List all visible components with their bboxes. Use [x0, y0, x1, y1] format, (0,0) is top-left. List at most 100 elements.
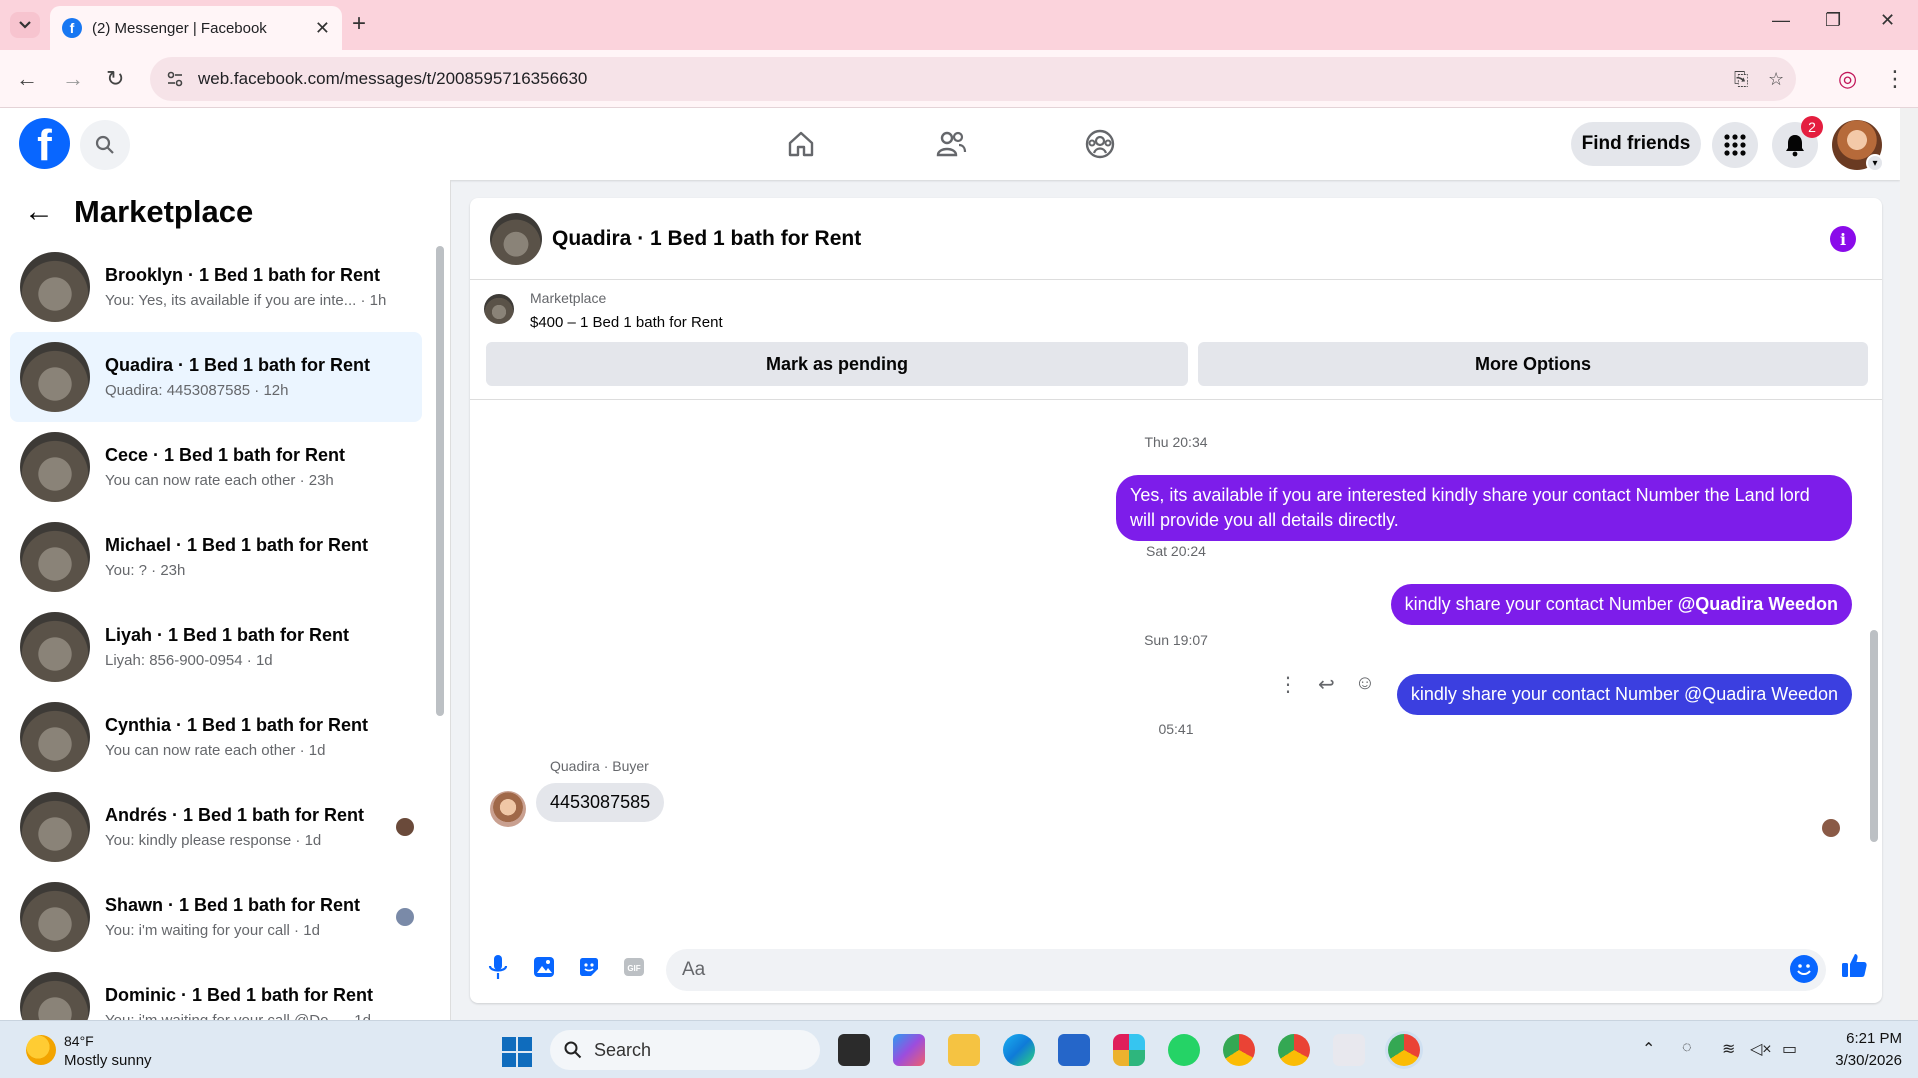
conversation-item[interactable]: Liyah · 1 Bed 1 bath for Rent Liyah: 856-… — [10, 602, 422, 692]
mention[interactable]: @Quadira Weedon — [1678, 594, 1838, 614]
gif-icon[interactable]: GIF — [620, 953, 648, 981]
conversation-list: Brooklyn · 1 Bed 1 bath for Rent You: Yes… — [10, 242, 422, 1020]
thumbs-up-icon[interactable] — [1840, 951, 1868, 986]
slack-icon[interactable] — [1113, 1034, 1145, 1066]
conversation-item-active[interactable]: Quadira · 1 Bed 1 bath for Rent Quadira: … — [10, 332, 422, 422]
browser-tab[interactable]: f (2) Messenger | Facebook ✕ — [50, 6, 342, 50]
more-options-button[interactable]: More Options — [1198, 342, 1868, 386]
friends-icon[interactable] — [931, 124, 971, 164]
profile-icon[interactable]: ◎ — [1838, 66, 1857, 92]
whatsapp-icon[interactable] — [1168, 1034, 1200, 1066]
search-button[interactable] — [80, 120, 130, 170]
facebook-favicon-icon: f — [62, 18, 82, 38]
site-info-icon[interactable] — [166, 70, 184, 88]
conversation-item[interactable]: Dominic · 1 Bed 1 bath for Rent You: i'm … — [10, 962, 422, 1020]
account-avatar[interactable]: ▾ — [1832, 120, 1884, 172]
seen-avatar — [1822, 819, 1840, 837]
sender-label: Quadira · Buyer — [550, 758, 649, 774]
chevron-up-icon[interactable]: ⌃ — [1642, 1039, 1655, 1059]
close-tab-icon[interactable]: ✕ — [315, 18, 330, 39]
listing-price-title[interactable]: $400 – 1 Bed 1 bath for Rent — [530, 314, 723, 331]
conversation-name: Dominic · 1 Bed 1 bath for Rent — [105, 985, 374, 1005]
chrome-icon[interactable] — [1223, 1034, 1255, 1066]
chevron-down-icon: ▾ — [1866, 154, 1884, 172]
conversation-preview: You: kindly please response · 1d — [105, 832, 322, 849]
groups-icon[interactable] — [1080, 124, 1120, 164]
info-icon[interactable]: i — [1830, 226, 1856, 252]
microsoft-store-icon[interactable] — [1058, 1034, 1090, 1066]
taskbar-search[interactable]: Search — [550, 1030, 820, 1070]
avatar[interactable] — [490, 212, 542, 265]
close-window-icon[interactable]: ✕ — [1880, 10, 1895, 31]
clock-date[interactable]: 3/30/2026 — [1820, 1052, 1902, 1069]
menu-button[interactable] — [1712, 122, 1758, 168]
incoming-message[interactable]: 4453087585 — [536, 783, 665, 822]
edge-icon[interactable] — [1003, 1034, 1035, 1066]
reload-icon[interactable]: ↻ — [106, 66, 124, 92]
conversation-item[interactable]: Cece · 1 Bed 1 bath for Rent You can now … — [10, 422, 422, 512]
listing-thumbnail[interactable] — [484, 294, 514, 324]
defender-icon[interactable]: ◌ — [1682, 1039, 1692, 1057]
facebook-logo-icon[interactable]: f — [19, 118, 70, 169]
avatar — [20, 972, 90, 1020]
outgoing-message[interactable]: kindly share your contact Number @Quadir… — [1390, 584, 1852, 625]
sender-avatar[interactable] — [490, 791, 526, 827]
chrome-active-icon[interactable] — [1388, 1034, 1420, 1066]
weather-sun-icon[interactable] — [26, 1035, 56, 1065]
chat-title[interactable]: Quadira · 1 Bed 1 bath for Rent — [552, 227, 861, 251]
notifications-button[interactable]: 2 — [1772, 116, 1823, 168]
forward-arrow-icon[interactable]: → — [62, 66, 84, 92]
find-friends-button[interactable]: Find friends — [1571, 122, 1701, 166]
panel-header: ← Marketplace — [24, 194, 253, 230]
file-explorer-icon[interactable] — [948, 1034, 980, 1066]
back-arrow-icon[interactable]: ← — [16, 66, 38, 92]
conversation-item[interactable]: Cynthia · 1 Bed 1 bath for Rent You can n… — [10, 692, 422, 782]
task-view-icon[interactable] — [838, 1034, 870, 1066]
conversation-item[interactable]: Andrés · 1 Bed 1 bath for Rent You: kindl… — [10, 782, 422, 872]
react-emoji-icon[interactable]: ☺ — [1355, 672, 1375, 697]
chrome-profile-icon[interactable] — [1278, 1034, 1310, 1066]
marketplace-conversation-panel: ← Marketplace Brooklyn · 1 Bed 1 bath fo… — [0, 180, 451, 1020]
avatar — [20, 612, 90, 682]
weather-description[interactable]: Mostly sunny — [64, 1052, 152, 1069]
more-actions-icon[interactable]: ⋮ — [1278, 672, 1298, 697]
minimize-icon[interactable]: — — [1772, 10, 1790, 31]
outgoing-message[interactable]: kindly share your contact Number @Quadir… — [1396, 674, 1852, 715]
tab-list-button[interactable] — [10, 12, 40, 38]
install-app-icon[interactable]: ⎘ — [1734, 69, 1748, 90]
sticker-icon[interactable] — [575, 953, 603, 981]
menu-dots-icon[interactable]: ⋮ — [1884, 66, 1906, 92]
volume-muted-icon[interactable]: ◁× — [1750, 1039, 1772, 1059]
conversation-item[interactable]: Brooklyn · 1 Bed 1 bath for Rent You: Yes… — [10, 242, 422, 332]
url-field[interactable]: web.facebook.com/messages/t/200859571635… — [150, 57, 1796, 101]
message-input[interactable]: Aa — [666, 949, 1826, 991]
bookmark-star-icon[interactable]: ☆ — [1768, 69, 1784, 90]
battery-icon[interactable]: ▭ — [1782, 1039, 1797, 1059]
photo-icon[interactable] — [530, 953, 558, 981]
snipping-tool-icon[interactable] — [1333, 1034, 1365, 1066]
mark-as-pending-button[interactable]: Mark as pending — [486, 342, 1188, 386]
chat-panel: Quadira · 1 Bed 1 bath for Rent i Market… — [470, 198, 1882, 1003]
microsoft-365-icon[interactable] — [893, 1034, 925, 1066]
conversation-item[interactable]: Shawn · 1 Bed 1 bath for Rent You: i'm wa… — [10, 872, 422, 962]
clock-time[interactable]: 6:21 PM — [1832, 1030, 1902, 1047]
restore-icon[interactable]: ❐ — [1825, 10, 1841, 31]
reply-icon[interactable]: ↩ — [1318, 672, 1335, 697]
emoji-icon[interactable] — [1790, 955, 1818, 983]
home-icon[interactable] — [781, 124, 821, 164]
windows-start-icon[interactable] — [502, 1037, 532, 1067]
thread-scrollbar[interactable] — [1870, 630, 1878, 842]
conversation-item[interactable]: Michael · 1 Bed 1 bath for Rent You: ? · … — [10, 512, 422, 602]
facebook-header: f Find friends 2 ▾ — [0, 108, 1900, 180]
outgoing-message[interactable]: Yes, its available if you are interested… — [1116, 475, 1852, 541]
notification-badge: 2 — [1801, 116, 1823, 138]
panel-scrollbar[interactable] — [436, 246, 444, 716]
microphone-icon[interactable] — [484, 953, 512, 981]
new-tab-button[interactable]: + — [352, 10, 366, 38]
url-text: web.facebook.com/messages/t/200859571635… — [198, 69, 588, 88]
weather-temperature[interactable]: 84°F — [64, 1033, 94, 1049]
page-scrollbar[interactable] — [1900, 108, 1918, 1020]
conversation-preview: You: ? · 23h — [105, 562, 186, 579]
back-arrow-icon[interactable]: ← — [24, 195, 54, 229]
wifi-icon[interactable]: ≋ — [1722, 1039, 1735, 1059]
